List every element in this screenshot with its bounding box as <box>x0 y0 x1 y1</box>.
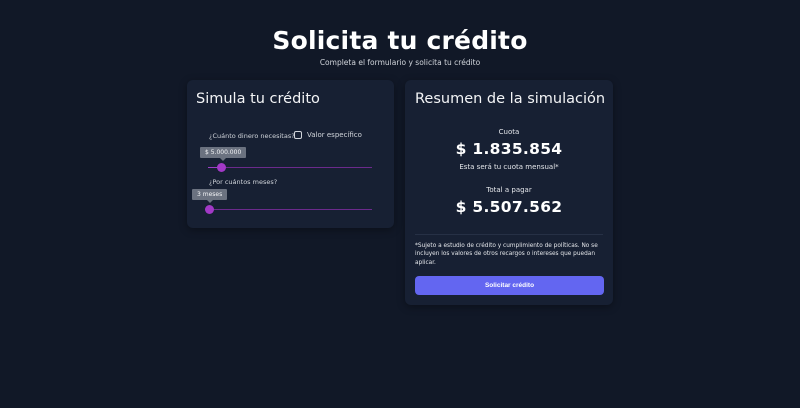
summary-title: Resumen de la simulación <box>415 91 606 107</box>
months-tooltip: 3 meses <box>192 189 228 203</box>
specific-value-checkbox[interactable] <box>294 131 302 139</box>
request-credit-button[interactable]: Solicitar crédito <box>415 276 604 295</box>
amount-tooltip: $ 5.000.000 <box>200 147 247 161</box>
total-label: Total a pagar <box>486 186 532 194</box>
installment-note: Esta será tu cuota mensual* <box>459 163 559 171</box>
amount-slider[interactable] <box>208 163 372 172</box>
page-subtitle: Completa el formulario y solicita tu cré… <box>319 58 481 67</box>
page-title: Solicita tu crédito <box>272 26 528 55</box>
page: Solicita tu crédito Completa el formular… <box>0 0 800 408</box>
months-slider[interactable] <box>205 205 372 214</box>
simulator-title: Simula tu crédito <box>196 91 320 107</box>
disclaimer-text: *Sujeto a estudio de crédito y cumplimie… <box>415 243 598 266</box>
specific-value-toggle[interactable]: Valor específico <box>294 131 362 139</box>
amount-slider-thumb[interactable] <box>217 163 227 172</box>
total-value: $ 5.507.562 <box>455 198 563 216</box>
amount-label: ¿Cuánto dinero necesitas? <box>209 132 295 140</box>
months-slider-thumb[interactable] <box>205 205 214 214</box>
summary-card: Resumen de la simulación Cuota $ 1.835.8… <box>405 80 613 305</box>
months-label: ¿Por cuántos meses? <box>209 178 278 186</box>
installment-value: $ 1.835.854 <box>455 140 563 158</box>
specific-value-label: Valor específico <box>307 131 362 139</box>
simulator-card: Simula tu crédito ¿Cuánto dinero necesit… <box>187 80 394 228</box>
summary-divider <box>415 234 603 235</box>
installment-label: Cuota <box>498 128 520 136</box>
